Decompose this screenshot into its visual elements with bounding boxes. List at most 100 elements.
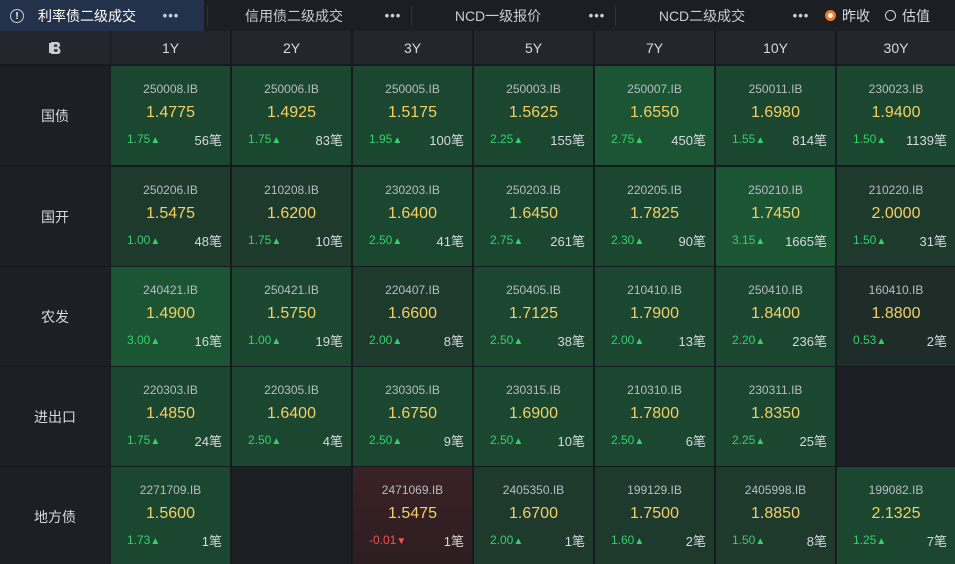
arrow-up-icon: ▲ (150, 536, 161, 547)
empty-cell (232, 467, 351, 564)
change-value: 1.00 (248, 333, 272, 347)
quote-cell[interactable]: 250005.IB 1.5175 1.95▲ 100笔 (353, 66, 472, 165)
tab-ncd-secondary[interactable]: NCD二级成交 ••• (618, 0, 816, 31)
yield-grid: 1Y 2Y 3Y 5Y 7Y 10Y 30Y 国债 250008.IB 1.4775 1.75▲ 5… (0, 31, 955, 564)
arrow-up-icon: ▲ (150, 236, 161, 247)
yield-value: 1.6450 (509, 205, 558, 222)
tenor-header[interactable]: 5Y (474, 31, 593, 64)
tenor-header[interactable]: 2Y (232, 31, 351, 64)
change-indicator: 1.50▲ (853, 132, 886, 146)
trade-count: 38笔 (557, 334, 585, 349)
change-value: 1.75 (248, 233, 272, 247)
change-value: 3.15 (732, 233, 756, 247)
quote-cell[interactable]: 230315.IB 1.6900 2.50▲ 10笔 (474, 367, 593, 466)
quote-cell[interactable]: 2471069.IB 1.5475 -0.01▼ 1笔 (353, 467, 472, 564)
grid-corner (0, 31, 110, 64)
quote-cell[interactable]: 230023.IB 1.9400 1.50▲ 1139笔 (837, 66, 955, 165)
more-icon[interactable]: ••• (786, 8, 816, 23)
quote-cell[interactable]: 2405998.IB 1.8850 1.50▲ 8笔 (716, 467, 835, 564)
quote-cell[interactable]: 210220.IB 2.0000 1.50▲ 31笔 (837, 167, 955, 266)
quote-cell[interactable]: 250008.IB 1.4775 1.75▲ 56笔 (111, 66, 230, 165)
more-icon[interactable]: ••• (156, 8, 186, 23)
yield-value: 1.8800 (871, 305, 921, 322)
yield-value: 1.7900 (630, 305, 679, 322)
quote-cell[interactable]: 230203.IB 1.6400 2.50▲ 41笔 (353, 167, 472, 266)
arrow-up-icon: ▲ (634, 135, 645, 146)
quote-cell[interactable]: 250410.IB 1.8400 2.20▲ 236笔 (716, 267, 835, 366)
quote-cell[interactable]: 250011.IB 1.6980 1.55▲ 814笔 (716, 66, 835, 165)
quote-cell[interactable]: 250405.IB 1.7125 2.50▲ 38笔 (474, 267, 593, 366)
quote-cell[interactable]: 2271709.IB 1.5600 1.73▲ 1笔 (111, 467, 230, 564)
yield-value: 1.4850 (146, 405, 195, 422)
more-icon[interactable]: ••• (582, 8, 612, 23)
quote-cell[interactable]: 250007.IB 1.6550 2.75▲ 450笔 (595, 66, 714, 165)
yield-value: 1.6980 (751, 104, 800, 121)
quote-cell[interactable]: 250421.IB 1.5750 1.00▲ 19笔 (232, 267, 351, 366)
trade-count: 2笔 (926, 334, 947, 349)
more-icon[interactable]: ••• (378, 8, 408, 23)
quote-cell[interactable]: 160410.IB 1.8800 0.53▲ 2笔 (837, 267, 955, 366)
change-indicator: 2.50▲ (490, 433, 523, 447)
change-value: 2.00 (611, 333, 635, 347)
quote-cell[interactable]: 220303.IB 1.4850 1.75▲ 24笔 (111, 367, 230, 466)
quote-cell[interactable]: 240421.IB 1.4900 3.00▲ 16笔 (111, 267, 230, 366)
quote-cell[interactable]: 210208.IB 1.6200 1.75▲ 10笔 (232, 167, 351, 266)
info-icon[interactable]: ! (10, 8, 24, 23)
tab-label: NCD一级报价 (454, 7, 542, 24)
bond-code: 250003.IB (506, 82, 561, 96)
change-value: 1.95 (369, 132, 393, 146)
change-indicator: 2.20▲ (732, 333, 765, 347)
quote-cell[interactable]: 220305.IB 1.6400 2.50▲ 4笔 (232, 367, 351, 466)
yield-value: 1.8850 (751, 505, 800, 522)
tenor-header[interactable]: 7Y (595, 31, 714, 64)
bond-code: 220305.IB (264, 383, 319, 397)
quote-cell[interactable]: 250206.IB 1.5475 1.00▲ 48笔 (111, 167, 230, 266)
quote-cell[interactable]: 220205.IB 1.7825 2.30▲ 90笔 (595, 167, 714, 266)
yield-value: 1.6400 (267, 405, 316, 422)
quote-cell[interactable]: 220407.IB 1.6600 2.00▲ 8笔 (353, 267, 472, 366)
quote-cell[interactable]: 250006.IB 1.4925 1.75▲ 83笔 (232, 66, 351, 165)
bond-code: 250008.IB (143, 82, 198, 96)
tenor-header[interactable]: 10Y (716, 31, 835, 64)
quote-cell[interactable]: 199129.IB 1.7500 1.60▲ 2笔 (595, 467, 714, 564)
arrow-up-icon: ▲ (150, 336, 161, 347)
tab-ncd-primary-quote[interactable]: NCD一级报价 ••• (414, 0, 612, 31)
arrow-up-icon: ▲ (755, 135, 766, 146)
quote-cell[interactable]: 210310.IB 1.7800 2.50▲ 6笔 (595, 367, 714, 466)
tab-credit-bond-secondary[interactable]: 信用债二级成交 ••• (210, 0, 408, 31)
quote-cell[interactable]: 230305.IB 1.6750 2.50▲ 9笔 (353, 367, 472, 466)
row-label: 国开 (0, 167, 110, 266)
quote-cell[interactable]: 250210.IB 1.7450 3.15▲ 1665笔 (716, 167, 835, 266)
quote-cell[interactable]: 250003.IB 1.5625 2.25▲ 155笔 (474, 66, 593, 165)
tenor-header[interactable]: 1Y (111, 31, 230, 64)
tab-rate-bond-secondary[interactable]: ! 利率债二级成交 ••• (0, 0, 204, 31)
quote-cell[interactable]: 230311.IB 1.8350 2.25▲ 25笔 (716, 367, 835, 466)
trade-count: 83笔 (315, 133, 343, 148)
change-value: 1.55 (732, 132, 756, 146)
quote-cell[interactable]: 2405350.IB 1.6700 2.00▲ 1笔 (474, 467, 593, 564)
bond-code: 160410.IB (868, 283, 924, 297)
arrow-down-icon: ▼ (396, 536, 407, 547)
trade-count: 814笔 (792, 133, 827, 148)
arrow-up-icon: ▲ (513, 135, 524, 146)
tenor-header[interactable]: 3Y (353, 31, 472, 64)
arrow-up-icon: ▲ (876, 536, 887, 547)
tenor-header[interactable]: 30Y (837, 31, 955, 64)
trade-count: 56笔 (194, 133, 222, 148)
row-label: 农发 (0, 267, 110, 366)
quote-cell[interactable]: 210410.IB 1.7900 2.00▲ 13笔 (595, 267, 714, 366)
bond-code: 210410.IB (627, 283, 682, 297)
change-indicator: 2.00▲ (611, 333, 644, 347)
quote-cell[interactable]: 199082.IB 2.1325 1.25▲ 7笔 (837, 467, 955, 564)
bond-code: 2271709.IB (139, 483, 202, 497)
radio-valuation[interactable]: 估值 (885, 0, 930, 31)
quote-cell[interactable]: 250203.IB 1.6450 2.75▲ 261笔 (474, 167, 593, 266)
radio-prev-close[interactable]: 昨收 (825, 0, 870, 31)
change-value: 0.53 (853, 333, 877, 347)
tab-bar: ! 利率债二级成交 ••• 信用债二级成交 ••• NCD一级报价 ••• NC… (0, 0, 955, 31)
bond-code: 230311.IB (748, 383, 803, 397)
trade-count: 41笔 (436, 234, 464, 249)
change-value: 1.50 (732, 533, 756, 547)
change-indicator: 2.50▲ (369, 433, 402, 447)
yield-value: 1.4925 (267, 104, 316, 121)
